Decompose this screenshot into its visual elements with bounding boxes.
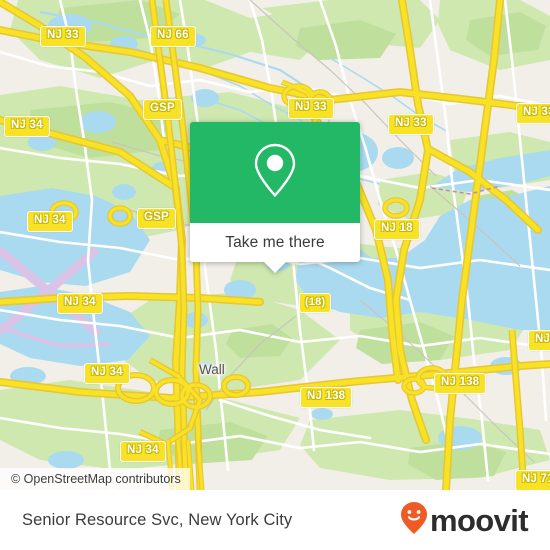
popup-action-label: Take me there	[225, 233, 325, 251]
road-shield: NJ 66	[150, 26, 196, 47]
map-page: NJ 33 NJ 66 GSP NJ 33 NJ 33 NJ 33 NJ 34 …	[0, 0, 550, 550]
page-footer: Senior Resource Svc, New York City moovi…	[0, 490, 550, 550]
road-shield: NJ 33	[388, 114, 434, 135]
road-shield: NJ 33	[40, 26, 86, 47]
map-viewport[interactable]: NJ 33 NJ 66 GSP NJ 33 NJ 33 NJ 33 NJ 34 …	[0, 0, 550, 490]
road-shield: NJ 138	[434, 373, 487, 394]
road-shield: (18)	[299, 293, 332, 313]
popup-action[interactable]: Take me there	[190, 223, 360, 262]
road-shield: NJ 34	[27, 211, 73, 232]
road-shield: NJ 34	[4, 116, 50, 137]
map-pin-icon	[252, 142, 298, 203]
road-shield: NJ 33	[288, 98, 334, 119]
popup-header	[190, 122, 360, 223]
moovit-wordmark: moovit	[429, 502, 529, 538]
road-shield: GSP	[137, 208, 176, 229]
map-attribution[interactable]: © OpenStreetMap contributors	[0, 468, 190, 490]
road-shield: NJ 71	[515, 470, 550, 490]
road-shield: NJ 34	[120, 441, 166, 462]
road-shield: NJ 18	[374, 219, 420, 240]
moovit-logo[interactable]: moovit	[400, 501, 529, 540]
road-shield: NJ 33	[516, 103, 550, 124]
page-title: Senior Resource Svc, New York City	[22, 510, 293, 529]
road-shield: NJ	[528, 330, 550, 351]
place-label-wall: Wall	[199, 362, 225, 377]
road-shield: NJ 34	[57, 293, 103, 314]
moovit-smiley-pin-icon	[400, 501, 428, 540]
popup-tail	[264, 262, 286, 273]
location-popup[interactable]: Take me there	[190, 122, 360, 273]
road-shield: GSP	[143, 99, 182, 120]
road-shield: NJ 138	[300, 387, 353, 408]
road-shield: NJ 34	[84, 363, 130, 384]
